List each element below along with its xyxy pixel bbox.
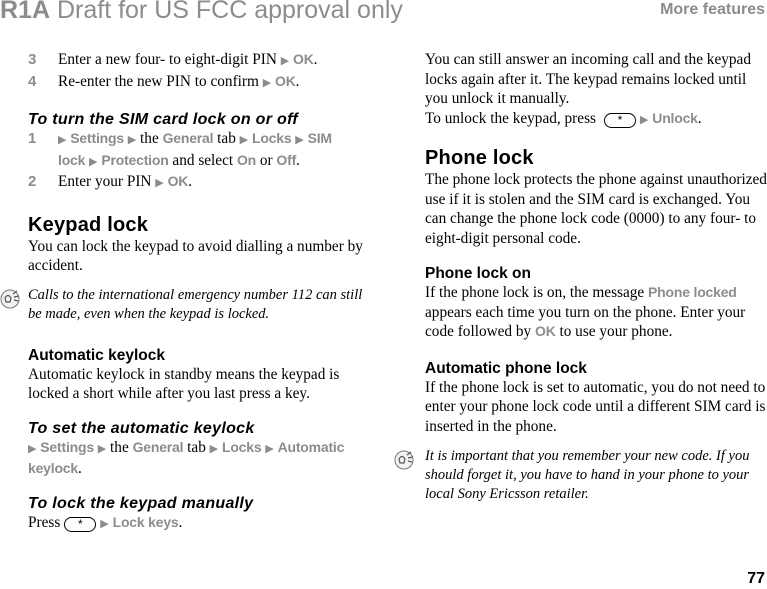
- step-text: Enter a new four- to eight-digit PIN: [58, 51, 281, 68]
- sim-step-2: 2 Enter your PIN ▶ OK.: [28, 172, 373, 194]
- text: tab: [183, 438, 210, 456]
- text: tab: [213, 130, 240, 147]
- phone-lock-body: The phone lock protects the phone agains…: [425, 171, 767, 247]
- note-text: Calls to the international emergency num…: [28, 286, 363, 322]
- star-key-icon: *: [64, 516, 97, 532]
- arrow-icon: ▶: [97, 442, 107, 455]
- arrow-icon: ▶: [280, 55, 290, 67]
- star-key-icon: *: [603, 112, 636, 128]
- text: to use your phone.: [555, 323, 673, 340]
- automatic-keylock-body: Automatic keylock in standby means the k…: [28, 365, 340, 403]
- draft-watermark: R1A Draft for US FCC approval only: [0, 0, 403, 25]
- arrow-icon: ▶: [209, 442, 219, 455]
- ui-general: General: [162, 130, 214, 146]
- step-3: 3 Enter a new four- to eight-digit PIN ▶…: [28, 50, 373, 72]
- sim-step-1: 1 ▶ Settings ▶ the General tab ▶ Locks ▶…: [28, 129, 373, 172]
- arrow-icon: ▶: [155, 177, 164, 189]
- ui-on: On: [236, 151, 257, 168]
- step-number: 3: [28, 51, 37, 68]
- draft-revision: R1A: [0, 0, 51, 24]
- draft-text: Draft for US FCC approval only: [50, 0, 403, 24]
- step-number: 4: [28, 72, 37, 90]
- arrow-icon: ▶: [28, 442, 37, 455]
- automatic-keylock-heading: Automatic keylock: [28, 346, 165, 364]
- arrow-icon: ▶: [239, 134, 249, 146]
- section-title: More features: [660, 1, 765, 18]
- text: To unlock the keypad, press: [425, 109, 596, 127]
- ui-ok: OK: [167, 173, 189, 189]
- ui-lock-keys: Lock keys: [112, 513, 179, 530]
- arrow-icon: ▶: [89, 155, 98, 168]
- text: or: [256, 151, 277, 169]
- arrow-icon: ▶: [58, 134, 67, 146]
- step-text: Enter your PIN: [58, 173, 156, 190]
- text: the: [106, 438, 133, 456]
- text: If the phone lock is on, the message: [425, 284, 649, 301]
- phone-lock-on-body: If the phone lock is on, the message Pho…: [425, 283, 767, 342]
- step-number: 1: [28, 130, 37, 147]
- ui-protection: Protection: [101, 151, 169, 168]
- keypad-lock-body: You can lock the keypad to avoid diallin…: [28, 237, 363, 275]
- phone-lock-heading: Phone lock: [425, 147, 534, 169]
- ui-off: Off: [276, 151, 297, 168]
- arrow-icon: ▶: [100, 517, 109, 530]
- arrow-icon: ▶: [639, 113, 649, 126]
- text: Press: [28, 513, 61, 531]
- step-4: 4 Re-enter the new PIN to confirm ▶ OK.: [28, 72, 373, 94]
- right-column: You can still answer an incoming call an…: [394, 50, 767, 504]
- keypad-lock-heading: Keypad lock: [28, 213, 149, 236]
- ui-phone-locked: Phone locked: [648, 284, 737, 300]
- lock-manually-heading: To lock the keypad manually: [28, 494, 254, 512]
- page-number: 77: [747, 570, 765, 587]
- arrow-icon: ▶: [262, 76, 272, 89]
- automatic-phone-lock-body: If the phone lock is set to automatic, y…: [425, 378, 766, 435]
- left-column: 3 Enter a new four- to eight-digit PIN ▶…: [0, 50, 373, 534]
- incoming-call-body: You can still answer an incoming call an…: [425, 51, 751, 107]
- ui-ok: OK: [275, 72, 296, 89]
- lightbulb-tip-icon: [394, 450, 414, 470]
- arrow-icon: ▶: [295, 134, 304, 146]
- automatic-phone-lock-heading: Automatic phone lock: [425, 359, 587, 377]
- set-auto-keylock-steps: ▶ Settings ▶ the General tab ▶ Locks ▶ A…: [28, 438, 345, 478]
- ui-ok: OK: [293, 51, 314, 67]
- text: the: [136, 130, 163, 147]
- ui-ok: OK: [535, 323, 556, 339]
- ui-settings: Settings: [40, 438, 94, 455]
- arrow-icon: ▶: [265, 442, 274, 455]
- step-text: Re-enter the new PIN to confirm: [58, 72, 263, 90]
- text: and select: [168, 151, 237, 169]
- note-text: It is important that you remember your n…: [425, 448, 750, 502]
- ui-settings: Settings: [70, 130, 124, 146]
- lightbulb-tip-icon: [0, 289, 20, 308]
- unlock-instruction: To unlock the keypad, press * ▶ Unlock.: [425, 109, 702, 128]
- lock-manually-steps: Press * ▶ Lock keys.: [28, 513, 183, 532]
- emergency-note: Calls to the international emergency num…: [0, 286, 373, 324]
- ui-locks: Locks: [251, 130, 292, 146]
- phone-lock-on-heading: Phone lock on: [425, 265, 531, 282]
- ui-unlock: Unlock: [652, 109, 698, 126]
- ui-locks: Locks: [221, 438, 262, 455]
- arrow-icon: ▶: [127, 134, 137, 146]
- sim-lock-heading: To turn the SIM card lock on or off: [28, 111, 299, 128]
- step-number: 2: [28, 173, 37, 190]
- code-reminder-note: It is important that you remember your n…: [394, 447, 767, 504]
- ui-general: General: [132, 438, 184, 455]
- set-auto-keylock-heading: To set the automatic keylock: [28, 419, 255, 437]
